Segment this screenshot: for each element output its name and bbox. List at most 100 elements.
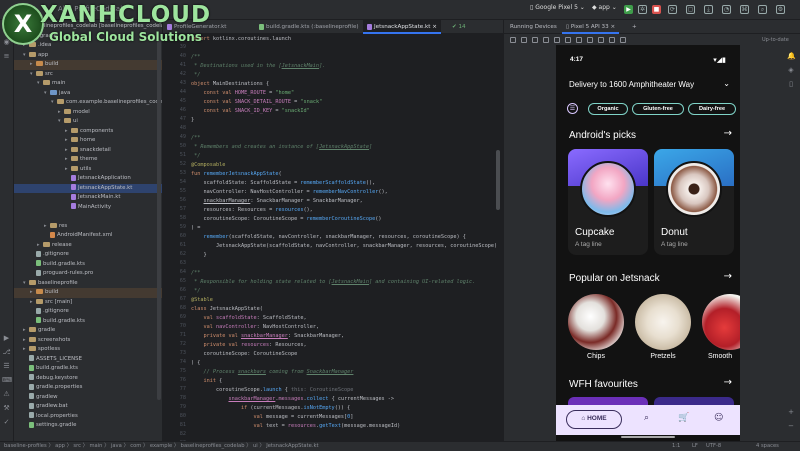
- tree-item[interactable]: ▸ theme: [14, 155, 162, 165]
- code-line[interactable]: /**: [191, 134, 200, 143]
- code-line[interactable]: }: [191, 116, 194, 125]
- power-icon[interactable]: [510, 37, 516, 43]
- code-line[interactable]: @Composable: [191, 161, 225, 170]
- code-line[interactable]: snackbarManager.messages.collect { curre…: [191, 395, 394, 404]
- structure-icon[interactable]: ≡: [2, 52, 11, 61]
- code-line[interactable]: // Process snackbars coming from Snackba…: [191, 368, 354, 377]
- nav-cart-icon[interactable]: 🛒: [678, 413, 689, 423]
- run-icon[interactable]: ▶: [624, 5, 633, 14]
- tree-item[interactable]: ▾ java: [14, 89, 162, 99]
- screenshot-icon[interactable]: [598, 37, 604, 43]
- code-line[interactable]: ) {: [191, 359, 200, 368]
- debug-icon[interactable]: ✲: [638, 5, 647, 14]
- snack-card-donut[interactable]: Donut A tag line: [654, 149, 734, 255]
- caret-position[interactable]: 1:1: [672, 442, 680, 451]
- tree-item[interactable]: .gitignore: [14, 307, 162, 317]
- code-line[interactable]: coroutineScope.launch { this: CoroutineS…: [191, 386, 353, 395]
- tree-item[interactable]: settings.gradle: [14, 421, 162, 431]
- zoom-in-icon[interactable]: +: [787, 408, 795, 416]
- code-line[interactable]: * Remembers and creates an instance of […: [191, 143, 372, 152]
- code-line[interactable]: JetsnackAppState(scaffoldState, navContr…: [191, 242, 497, 251]
- todo-icon[interactable]: ✓: [2, 418, 11, 427]
- sync-icon[interactable]: ⟳: [668, 5, 677, 14]
- code-line[interactable]: */: [191, 152, 200, 161]
- file-encoding[interactable]: UTF-8: [706, 442, 721, 451]
- rotate-right-icon[interactable]: [554, 37, 560, 43]
- code-area[interactable]: import kotlinx.coroutines.launch /** * De…: [191, 34, 501, 441]
- tree-item[interactable]: ▾ com.example.baselineprofiles_codel: [14, 98, 162, 108]
- rotate-left-icon[interactable]: [543, 37, 549, 43]
- tree-item[interactable]: gradlew: [14, 393, 162, 403]
- profiler-icon[interactable]: ◔: [722, 5, 731, 14]
- logcat-icon[interactable]: ☰: [2, 362, 11, 371]
- snack-smoothie[interactable]: Smooth: [702, 294, 740, 360]
- build-icon[interactable]: ⚒: [2, 404, 11, 413]
- code-line[interactable]: if (currentMessages.isNotEmpty()) {: [191, 404, 350, 413]
- add-device-icon[interactable]: +: [628, 20, 641, 34]
- code-line[interactable]: class JetsnackAppState(: [191, 305, 263, 314]
- tab-build-gradle[interactable]: build.gradle.kts (:baselineprofile): [255, 20, 363, 34]
- line-separator[interactable]: LF: [692, 442, 698, 451]
- tree-item[interactable]: ▸ screenshots: [14, 336, 162, 346]
- code-line[interactable]: val scaffoldState: ScaffoldState,: [191, 314, 307, 323]
- code-line[interactable]: /**: [191, 269, 200, 278]
- code-line[interactable]: */: [191, 71, 200, 80]
- breadcrumb[interactable]: baseline-profiles 〉 app 〉 src 〉 main 〉 j…: [4, 442, 319, 451]
- tree-item[interactable]: ▸ src [main]: [14, 298, 162, 308]
- tree-item[interactable]: ▾ baselineprofile: [14, 279, 162, 289]
- tree-item[interactable]: ▸ utils: [14, 165, 162, 175]
- tree-item[interactable]: AndroidManifest.xml: [14, 231, 162, 241]
- code-line[interactable]: import kotlinx.coroutines.launch: [191, 35, 291, 44]
- snack-card-cupcake[interactable]: Cupcake A tag line: [568, 149, 648, 255]
- volume-down-icon[interactable]: [532, 37, 538, 43]
- tree-item[interactable]: proguard-rules.pro: [14, 269, 162, 279]
- chip-gluten-free[interactable]: Gluten-free: [632, 103, 684, 115]
- code-line[interactable]: fun rememberJetsnackAppState(: [191, 170, 282, 179]
- snack-pretzels[interactable]: Pretzels: [635, 294, 691, 360]
- tree-item[interactable]: ▾ src: [14, 70, 162, 80]
- tree-item[interactable]: build.gradle.kts: [14, 317, 162, 327]
- code-line[interactable]: scaffoldState: ScaffoldState = rememberS…: [191, 179, 375, 188]
- tree-item[interactable]: ASSETS_LICENSE: [14, 355, 162, 365]
- code-line[interactable]: const val HOME_ROUTE = "home": [191, 89, 295, 98]
- tree-item[interactable]: ▾ ui: [14, 117, 162, 127]
- code-line[interactable]: * Destinations used in the [JetsnackMain…: [191, 62, 325, 71]
- code-line[interactable]: private val snackbarManager: SnackbarMan…: [191, 332, 345, 341]
- code-line[interactable]: private val resources: Resources,: [191, 341, 307, 350]
- tree-item[interactable]: .gitignore: [14, 250, 162, 260]
- tree-item[interactable]: JetsnackMain.kt: [14, 193, 162, 203]
- tree-item[interactable]: ▸ release: [14, 241, 162, 251]
- tree-item[interactable]: ▸ res: [14, 222, 162, 232]
- volume-up-icon[interactable]: [521, 37, 527, 43]
- code-line[interactable]: val navController: NavHostController,: [191, 323, 320, 332]
- notifications-icon[interactable]: 🔔: [787, 52, 796, 60]
- snack-chips[interactable]: Chips: [568, 294, 624, 360]
- indent-setting[interactable]: 4 spaces: [756, 442, 779, 451]
- tree-item[interactable]: ▸ snackdetail: [14, 146, 162, 156]
- code-line[interactable]: init {: [191, 377, 223, 386]
- git-icon[interactable]: ⎇: [2, 348, 11, 357]
- tree-item[interactable]: [14, 212, 162, 222]
- project-scrollbar[interactable]: [157, 40, 161, 400]
- nav-profile-icon[interactable]: ☺: [714, 413, 723, 423]
- tab-pixel5[interactable]: ▯ Pixel 5 API 33 ×: [562, 20, 620, 34]
- code-line[interactable]: navController: NavHostController = remem…: [191, 188, 387, 197]
- inspector-icon[interactable]: ⌘: [740, 5, 749, 14]
- code-line[interactable]: /**: [191, 53, 200, 62]
- code-line[interactable]: @Stable: [191, 296, 213, 305]
- stop-icon[interactable]: ■: [652, 5, 661, 14]
- tree-item[interactable]: ▸ build: [14, 60, 162, 70]
- filter-icon[interactable]: ☰: [567, 103, 578, 114]
- tree-item[interactable]: ▸ model: [14, 108, 162, 118]
- device-selector[interactable]: ▯ Google Pixel 5 ⌄: [530, 4, 585, 11]
- more-icon[interactable]: [620, 37, 626, 43]
- overview-icon[interactable]: [587, 37, 593, 43]
- back-icon[interactable]: [565, 37, 571, 43]
- tree-item[interactable]: gradle.properties: [14, 383, 162, 393]
- tree-item[interactable]: ▾ main: [14, 79, 162, 89]
- chip-dairy-free[interactable]: Dairy-free: [688, 103, 736, 115]
- gradle-icon[interactable]: ◈: [787, 66, 795, 74]
- sdk-icon[interactable]: ⤓: [704, 5, 713, 14]
- code-line[interactable]: }: [191, 251, 206, 260]
- tree-item[interactable]: local.properties: [14, 412, 162, 422]
